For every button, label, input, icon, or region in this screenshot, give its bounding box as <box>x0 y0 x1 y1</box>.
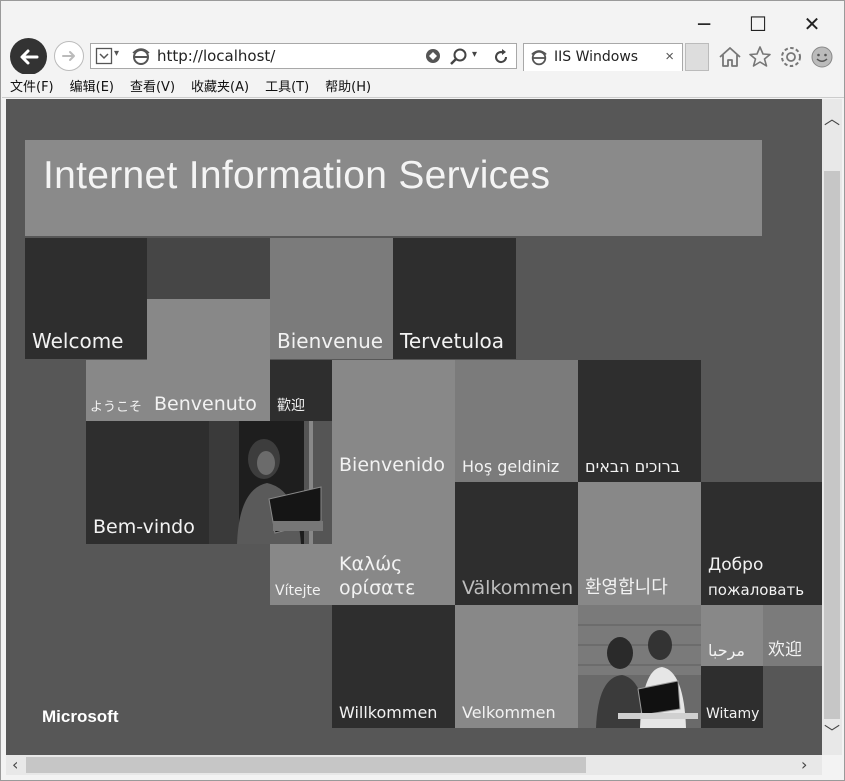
woman-laptop-photo <box>209 421 332 544</box>
tile-bienvenue: Bienvenue <box>270 238 393 359</box>
search-dropdown-icon[interactable]: ▾ <box>472 49 477 60</box>
photo-two-people <box>578 605 701 728</box>
tile-huanying-tw: 歡迎 <box>270 360 332 421</box>
two-people-photo <box>578 605 701 728</box>
page-content: Internet Information Services Welcome Bi… <box>6 99 822 755</box>
tile-hebrew: ברוכים הבאים <box>578 360 701 482</box>
menu-favorites[interactable]: 收藏夹(A) <box>183 76 257 95</box>
tile-blank <box>147 238 270 299</box>
tile-witamy: Witamy <box>701 666 763 728</box>
horizontal-scrollbar[interactable]: ‹ › <box>6 755 822 775</box>
smiley-feedback-icon[interactable] <box>809 44 835 70</box>
compat-view-icon[interactable] <box>95 47 113 65</box>
vertical-scrollbar[interactable]: ︿ ﹀ <box>822 99 842 755</box>
tile-korean: 환영합니다 <box>578 482 701 605</box>
new-tab-button[interactable] <box>685 43 709 71</box>
tile-velkommen: Velkommen <box>455 605 578 728</box>
forward-button[interactable] <box>54 41 84 71</box>
back-arrow-icon <box>20 49 38 64</box>
scroll-right-icon[interactable]: › <box>801 755 807 774</box>
tile-hos-geldiniz: Hoş geldiniz <box>455 360 578 482</box>
tile-willkommen: Willkommen <box>332 605 455 728</box>
scroll-left-icon[interactable]: ‹ <box>12 755 18 774</box>
tile-dobro-pozhalovat: Добро пожаловать <box>701 482 822 605</box>
compatibility-icon[interactable] <box>424 47 442 65</box>
favorites-star-icon[interactable] <box>747 44 773 70</box>
menu-bar: 文件(F) 编辑(E) 查看(V) 收藏夹(A) 工具(T) 帮助(H) <box>2 74 844 98</box>
close-button[interactable]: ✕ <box>792 9 832 39</box>
home-icon[interactable] <box>717 44 743 70</box>
back-button[interactable] <box>10 38 47 75</box>
menu-edit[interactable]: 编辑(E) <box>62 76 122 95</box>
address-url[interactable]: http://localhost/ <box>157 47 275 65</box>
tile-huanying-cn: 欢迎 <box>763 605 822 666</box>
horizontal-scroll-thumb[interactable] <box>26 757 586 773</box>
dropdown-icon[interactable]: ▾ <box>114 48 119 59</box>
tile-arabic: مرحبا <box>701 605 763 666</box>
ie-page-icon <box>132 48 150 65</box>
tile-welcome: Welcome <box>25 238 147 359</box>
minimize-button[interactable]: ─ <box>684 9 724 39</box>
tab-iis-windows[interactable]: IIS Windows × <box>523 43 683 71</box>
tile-kalos-orisate: Καλώς ορίσατε <box>332 482 455 605</box>
menu-help[interactable]: 帮助(H) <box>317 76 379 95</box>
tile-vitejte: Vítejte <box>270 544 332 605</box>
search-icon[interactable] <box>449 47 469 67</box>
address-bar[interactable]: ▾ http://localhost/ ▾ <box>90 43 517 69</box>
tile-youkoso: ようこそ <box>86 360 147 421</box>
tile-valkommen: Välkommen <box>455 482 578 605</box>
page-title: Internet Information Services <box>43 154 551 197</box>
scroll-down-icon[interactable]: ﹀ <box>824 719 840 743</box>
iis-banner[interactable]: Internet Information Services <box>25 140 762 236</box>
settings-gear-icon[interactable] <box>778 44 804 70</box>
refresh-icon[interactable] <box>491 47 511 67</box>
menu-file[interactable]: 文件(F) <box>2 76 62 95</box>
tile-benvenuto: Benvenuto <box>147 299 270 421</box>
menu-tools[interactable]: 工具(T) <box>257 76 317 95</box>
tab-title: IIS Windows <box>554 49 639 65</box>
scroll-up-icon[interactable]: ︿ <box>824 105 840 129</box>
vertical-scroll-thumb[interactable] <box>824 171 840 719</box>
tile-bem-vindo: Bem-vindo <box>86 421 209 544</box>
ie-tab-icon <box>531 50 547 66</box>
menu-view[interactable]: 查看(V) <box>122 76 183 95</box>
browser-window: ─ ☐ ✕ ▾ http://localhost/ ▾ IIS Windows … <box>0 0 845 781</box>
photo-woman-laptop <box>209 421 332 544</box>
tile-tervetuloa: Tervetuloa <box>393 238 516 359</box>
forward-arrow-icon <box>62 51 75 61</box>
microsoft-logo[interactable]: Microsoft <box>42 707 119 727</box>
maximize-button[interactable]: ☐ <box>738 9 778 39</box>
tab-close-icon[interactable]: × <box>665 48 674 65</box>
tile-bienvenido: Bienvenido <box>332 360 455 482</box>
